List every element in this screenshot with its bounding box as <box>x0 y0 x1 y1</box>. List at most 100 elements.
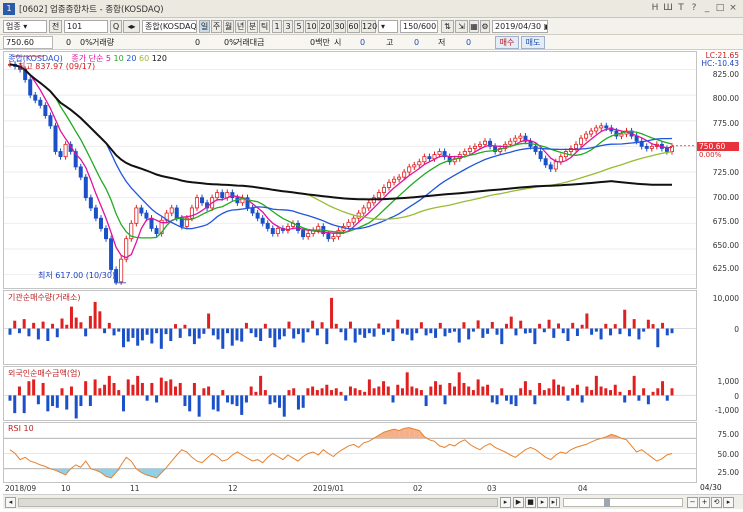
bar <box>476 379 480 396</box>
period-day-button[interactable]: 일 <box>199 20 210 33</box>
bar <box>547 388 551 396</box>
buy-button[interactable]: 매수 <box>495 36 519 49</box>
bar <box>197 395 201 417</box>
minute-5-button[interactable]: 5 <box>294 20 304 33</box>
scroll-end-icon[interactable]: ▸ <box>723 497 734 508</box>
chart-scrollbar[interactable]: ◂ ▸ ▶ ■ ▸ ▸| − + ⟲ ▸ <box>3 494 743 509</box>
low-label: 저 <box>438 38 446 47</box>
candle-body <box>134 207 139 224</box>
minute-30-button[interactable]: 30 <box>333 20 346 33</box>
foreign-panel[interactable]: 외국인순매수금액(업) <box>3 366 697 421</box>
bar <box>400 388 404 396</box>
bar <box>623 309 627 329</box>
bar <box>69 306 73 329</box>
bar <box>306 388 310 396</box>
period-minute-button[interactable]: 분 <box>247 20 258 33</box>
bar <box>623 395 627 403</box>
bar <box>590 328 594 335</box>
candle-body <box>634 135 639 142</box>
zoom-slider[interactable] <box>563 498 683 507</box>
custom-period-input[interactable]: ▾ <box>378 20 398 33</box>
price-chart <box>4 55 696 285</box>
text-icon[interactable]: T <box>675 2 687 15</box>
bar <box>367 328 371 334</box>
tool-icon[interactable]: Ш <box>662 2 674 15</box>
minute-1-button[interactable]: 1 <box>272 20 282 33</box>
settings-icon[interactable]: ⚙ <box>480 20 490 33</box>
current-pct-tag: 0.00% <box>699 151 722 159</box>
bar <box>495 328 499 335</box>
bar <box>202 388 206 396</box>
candle-body <box>33 94 38 101</box>
minute-120-button[interactable]: 120 <box>361 20 377 33</box>
maximize-button[interactable]: □ <box>714 2 726 15</box>
minute-20-button[interactable]: 20 <box>319 20 332 33</box>
minute-3-button[interactable]: 3 <box>283 20 293 33</box>
bar <box>651 324 655 329</box>
grid-icon[interactable]: ▦ <box>469 20 479 33</box>
bar <box>164 381 168 396</box>
period-year-button[interactable]: 년 <box>235 20 246 33</box>
period-month-button[interactable]: 월 <box>223 20 234 33</box>
play-icon[interactable]: ▶ <box>513 497 524 508</box>
rsi-panel[interactable]: RSI 10 <box>3 422 697 483</box>
zoom-reset-icon[interactable]: ⟲ <box>711 497 722 508</box>
step-icon[interactable]: ▸ <box>537 497 548 508</box>
stop-icon[interactable]: ■ <box>525 497 536 508</box>
bar <box>183 395 187 407</box>
candle-body <box>301 230 306 238</box>
period-tick-button[interactable]: 틱 <box>259 20 270 33</box>
institution-panel[interactable]: 기관순매수량(거래소) <box>3 290 697 365</box>
scroll-thumb[interactable] <box>18 498 498 507</box>
code-input[interactable]: 101 <box>64 20 108 33</box>
prev-next-icon[interactable]: ◂▸ <box>123 20 140 33</box>
bar <box>415 328 419 334</box>
close-button[interactable]: × <box>727 2 739 15</box>
bar <box>325 384 329 396</box>
candle-body <box>326 233 331 240</box>
bar <box>665 395 669 401</box>
bar <box>457 372 461 396</box>
chart-type-icon[interactable]: ⇅ <box>441 20 454 33</box>
zoom-slider-handle[interactable] <box>604 498 610 507</box>
period-week-button[interactable]: 주 <box>211 20 222 33</box>
bar <box>121 395 125 412</box>
bar <box>268 328 272 338</box>
market-select[interactable]: 업종 ▾ <box>3 20 47 33</box>
bar <box>656 388 660 396</box>
end-icon[interactable]: ▸| <box>549 497 560 508</box>
zoom-in-icon[interactable]: + <box>699 497 710 508</box>
bar <box>400 328 404 334</box>
bar <box>178 382 182 396</box>
scroll-left-icon[interactable]: ◂ <box>5 497 16 508</box>
bar <box>613 324 617 329</box>
minute-10-button[interactable]: 10 <box>305 20 318 33</box>
scroll-right-icon[interactable]: ▸ <box>500 497 511 508</box>
candle-body <box>477 143 482 147</box>
bar <box>46 395 50 412</box>
sell-button[interactable]: 매도 <box>521 36 545 49</box>
bar <box>358 390 362 396</box>
bar <box>69 386 73 396</box>
search-icon[interactable]: Q <box>110 20 122 33</box>
minute-60-button[interactable]: 60 <box>347 20 360 33</box>
help-icon[interactable]: ? <box>688 2 700 15</box>
foreign-panel-title: 외국인순매수금액(업) <box>8 369 81 378</box>
bar <box>268 395 272 405</box>
minimize-button[interactable]: _ <box>701 2 713 15</box>
hold-icon[interactable]: H <box>649 2 661 15</box>
date-input[interactable]: 2019/04/30 ▣ <box>492 20 548 33</box>
type-button[interactable]: 전 <box>49 20 62 33</box>
count-input[interactable]: 150/600 <box>400 20 438 33</box>
candle-body <box>78 166 83 178</box>
zoom-icon[interactable]: ⇲ <box>455 20 468 33</box>
stock-name-field: 종합(KOSDAQ) <box>142 20 197 33</box>
candle-body <box>619 133 624 137</box>
zoom-out-icon[interactable]: − <box>687 497 698 508</box>
price-chart-panel[interactable]: 종합(KOSDAQ) 종가 단순 5 10 20 60 120 최고 837.9… <box>3 51 697 289</box>
bar <box>533 328 537 345</box>
candle-body <box>427 156 432 160</box>
bar <box>202 328 206 334</box>
code-input-value: 101 <box>67 22 83 31</box>
bar <box>538 382 542 396</box>
